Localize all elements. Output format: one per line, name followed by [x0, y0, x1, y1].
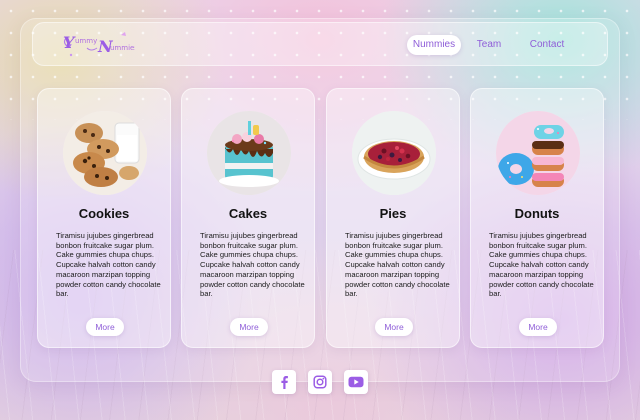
card-description: Tiramisu jujubes gingerbread bonbon frui…: [200, 231, 305, 299]
nav-contact[interactable]: Contact: [527, 35, 567, 55]
more-button[interactable]: More: [230, 318, 268, 336]
instagram-link[interactable]: [308, 370, 332, 394]
card-donuts: Donuts Tiramisu jujubes gingerbread bonb…: [470, 88, 604, 348]
more-button[interactable]: More: [86, 318, 124, 336]
youtube-icon: [348, 376, 364, 388]
facebook-link[interactable]: [272, 370, 296, 394]
pie-image: [352, 111, 436, 195]
brand-logo[interactable]: Y ummy N ummies: [61, 28, 138, 60]
card-pies: Pies Tiramisu jujubes gingerbread bonbon…: [326, 88, 460, 348]
nav-nummies[interactable]: Nummies: [407, 35, 461, 55]
card-description: Tiramisu jujubes gingerbread bonbon frui…: [56, 231, 161, 299]
card-cookies: Cookies Tiramisu jujubes gingerbread bon…: [37, 88, 171, 348]
cake-image: [207, 111, 291, 195]
more-button[interactable]: More: [519, 318, 557, 336]
instagram-icon: [313, 375, 327, 389]
donuts-image: [496, 111, 580, 195]
nav-team[interactable]: Team: [475, 35, 503, 55]
card-title: Pies: [379, 206, 407, 221]
card-cakes: Cakes Tiramisu jujubes gingerbread bonbo…: [181, 88, 315, 348]
card-description: Tiramisu jujubes gingerbread bonbon frui…: [489, 231, 594, 299]
more-button[interactable]: More: [375, 318, 413, 336]
youtube-link[interactable]: [344, 370, 368, 394]
facebook-icon: [281, 376, 288, 389]
cookies-image: [63, 111, 147, 195]
card-title: Cookies: [78, 206, 130, 221]
svg-text:ummy: ummy: [75, 37, 97, 45]
card-title: Donuts: [514, 206, 560, 221]
card-description: Tiramisu jujubes gingerbread bonbon frui…: [345, 231, 450, 299]
svg-text:ummies: ummies: [110, 44, 135, 52]
site-header: Y ummy N ummies Nummies Team Contact: [32, 22, 608, 66]
card-title: Cakes: [228, 206, 268, 221]
